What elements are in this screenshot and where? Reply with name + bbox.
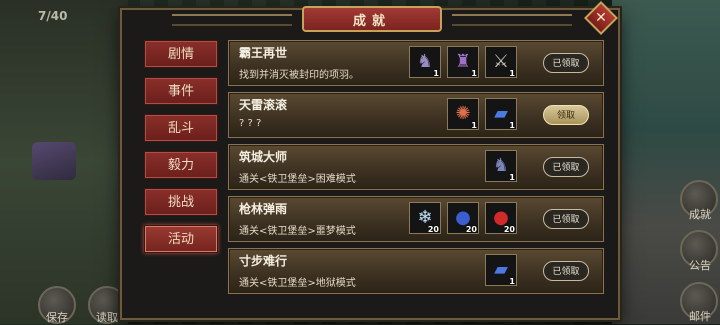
reward-slot[interactable]: ● 20 [485, 202, 517, 234]
achievement-desc: 找到并消灭被封印的项羽。 [239, 70, 359, 81]
claimed-button[interactable]: 已领取 [543, 261, 589, 281]
achievement-desc: ? ? ? [239, 118, 262, 129]
achievement-dialog: 成就 ✕ 剧情 事件 乱斗 毅力 挑战 活动 霸王再世 找到并消灭被封印的项羽。… [120, 1, 620, 320]
achievement-desc: 通关<铁卫堡垒>噩梦模式 [239, 226, 356, 237]
achievement-title: 霸王再世 [239, 46, 288, 60]
reward-list: ♞ 1 ♜ 1 ⚔ 1 [409, 46, 517, 78]
achievement-title: 枪林弹雨 [239, 202, 288, 216]
tab-brawl[interactable]: 乱斗 [144, 114, 218, 142]
reward-qty: 1 [509, 277, 515, 286]
reward-list: ✺ 1 ▰ 1 [447, 98, 517, 130]
title-ornament-left [172, 14, 292, 26]
achievement-side-label: 成就 [689, 208, 711, 221]
achievement-title: 筑城大师 [239, 150, 288, 164]
achievement-list[interactable]: 霸王再世 找到并消灭被封印的项羽。 ♞ 1 ♜ 1 ⚔ 1 已领取 天雷滚滚 ? ? … [228, 40, 606, 320]
dialog-title: 成就 [352, 13, 391, 29]
reward-slot[interactable]: ▰ 1 [485, 254, 517, 286]
reward-qty: 1 [471, 69, 477, 78]
reward-qty: 1 [433, 69, 439, 78]
achievement-title: 寸步难行 [239, 254, 288, 268]
reward-slot[interactable]: ♞ 1 [409, 46, 441, 78]
achievement-desc: 通关<铁卫堡垒>困难模式 [239, 174, 356, 185]
achievement-desc: 通关<铁卫堡垒>地狱模式 [239, 278, 356, 289]
reward-slot[interactable]: ❄ 20 [409, 202, 441, 234]
achievement-row: 枪林弹雨 通关<铁卫堡垒>噩梦模式 ❄ 20 ● 20 ● 20 已领取 [228, 196, 604, 242]
mail-label: 邮件 [689, 310, 711, 323]
reward-qty: 20 [503, 225, 515, 234]
reward-slot[interactable]: ▰ 1 [485, 98, 517, 130]
close-icon: ✕ [595, 10, 607, 26]
notice-label: 公告 [689, 259, 711, 272]
achievement-row: 天雷滚滚 ? ? ? ✺ 1 ▰ 1 领取 [228, 92, 604, 138]
game-world-right [612, 0, 720, 324]
reward-qty: 20 [465, 225, 477, 234]
claimed-button[interactable]: 已领取 [543, 53, 589, 73]
reward-qty: 20 [427, 225, 439, 234]
reward-slot[interactable]: ♞ 1 [485, 150, 517, 182]
achievement-row: 寸步难行 通关<铁卫堡垒>地狱模式 ▰ 1 已领取 [228, 248, 604, 294]
player-unit [32, 142, 76, 180]
achievement-row: 筑城大师 通关<铁卫堡垒>困难模式 ♞ 1 已领取 [228, 144, 604, 190]
achievement-title: 天雷滚滚 [239, 98, 288, 112]
save-label: 保存 [46, 311, 68, 324]
tab-perseverance[interactable]: 毅力 [144, 151, 218, 179]
tab-activity[interactable]: 活动 [144, 225, 218, 253]
tab-event[interactable]: 事件 [144, 77, 218, 105]
achievement-row: 霸王再世 找到并消灭被封印的项羽。 ♞ 1 ♜ 1 ⚔ 1 已领取 [228, 40, 604, 86]
progress-counter: 7/40 [38, 9, 68, 23]
reward-qty: 1 [509, 121, 515, 130]
reward-slot[interactable]: ✺ 1 [447, 98, 479, 130]
reward-list: ❄ 20 ● 20 ● 20 [409, 202, 517, 234]
category-tabs: 剧情 事件 乱斗 毅力 挑战 活动 [144, 40, 220, 262]
tab-challenge[interactable]: 挑战 [144, 188, 218, 216]
reward-slot[interactable]: ⚔ 1 [485, 46, 517, 78]
reward-slot[interactable]: ● 20 [447, 202, 479, 234]
title-ornament-right [452, 14, 572, 26]
tab-story[interactable]: 剧情 [144, 40, 218, 68]
reward-list: ▰ 1 [485, 254, 517, 286]
reward-list: ♞ 1 [485, 150, 517, 182]
claimed-button[interactable]: 已领取 [543, 157, 589, 177]
dialog-title-bar: 成就 [302, 6, 442, 32]
reward-qty: 1 [471, 121, 477, 130]
claim-button[interactable]: 领取 [543, 105, 589, 125]
claimed-button[interactable]: 已领取 [543, 209, 589, 229]
reward-qty: 1 [509, 173, 515, 182]
reward-qty: 1 [509, 69, 515, 78]
reward-slot[interactable]: ♜ 1 [447, 46, 479, 78]
